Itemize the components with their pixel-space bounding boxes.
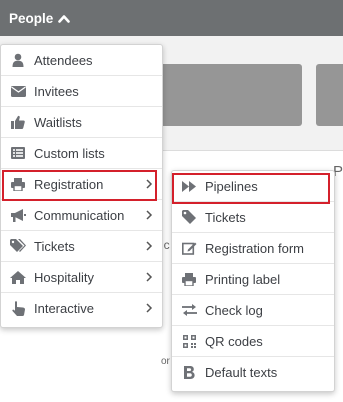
menu-item-label: Check log <box>205 302 263 318</box>
menu-item-label: Custom lists <box>34 145 105 161</box>
printer-icon <box>9 176 27 192</box>
menu-item-label: Hospitality <box>34 269 94 285</box>
menu-item-label: Default texts <box>205 365 278 380</box>
menu-item-label: Registration form <box>205 240 304 256</box>
exchange-arrows-icon <box>180 302 198 318</box>
submenu-item-qr-codes[interactable]: QR codes <box>172 326 334 357</box>
menu-item-label: Attendees <box>34 52 93 68</box>
chevron-right-icon <box>145 271 153 283</box>
list-icon <box>9 145 27 161</box>
menu-item-tickets[interactable]: Tickets <box>1 231 162 262</box>
submenu-item-tickets[interactable]: Tickets <box>172 202 334 233</box>
top-bar: People <box>0 0 343 36</box>
chevron-right-icon <box>145 178 153 190</box>
menu-item-invitees[interactable]: Invitees <box>1 76 162 107</box>
background-card <box>150 64 302 126</box>
menu-item-label: QR codes <box>205 333 263 349</box>
menu-item-label: Waitlists <box>34 114 82 130</box>
menu-item-custom-lists[interactable]: Custom lists <box>1 138 162 169</box>
envelope-icon <box>9 83 27 99</box>
menu-item-label: Registration <box>34 176 104 192</box>
menu-item-interactive[interactable]: Interactive <box>1 293 162 324</box>
qrcode-icon <box>180 333 198 349</box>
menu-item-label: Pipelines <box>205 178 258 194</box>
people-menu-button[interactable]: People <box>0 0 78 36</box>
menu-item-label: Tickets <box>205 209 246 225</box>
menu-item-hospitality[interactable]: Hospitality <box>1 262 162 293</box>
chevron-right-icon <box>145 240 153 252</box>
fast-forward-icon <box>180 178 198 194</box>
menu-item-communication[interactable]: Communication <box>1 200 162 231</box>
people-label: People <box>9 10 54 26</box>
submenu-item-check-log[interactable]: Check log <box>172 295 334 326</box>
bold-b-icon <box>180 365 198 381</box>
registration-submenu: Pipelines Tickets Registration form Prin… <box>171 170 335 392</box>
tags-icon <box>9 238 27 254</box>
submenu-item-pipelines[interactable]: Pipelines <box>172 171 334 202</box>
background-card <box>316 64 343 126</box>
menu-item-label: Interactive <box>34 301 94 316</box>
menu-item-waitlists[interactable]: Waitlists <box>1 107 162 138</box>
chevron-up-icon <box>58 14 71 23</box>
menu-item-label: Communication <box>34 207 125 223</box>
menu-item-registration[interactable]: Registration <box>1 169 162 200</box>
chevron-right-icon <box>145 302 153 314</box>
printer-icon <box>180 271 198 287</box>
menu-item-label: Printing label <box>205 271 281 287</box>
people-dropdown-menu: Attendees Invitees Waitlists Custom list… <box>0 44 163 328</box>
megaphone-icon <box>9 207 27 223</box>
menu-item-attendees[interactable]: Attendees <box>1 45 162 76</box>
submenu-item-default-texts[interactable]: Default texts <box>172 357 334 388</box>
chevron-right-icon <box>145 209 153 221</box>
submenu-item-printing-label[interactable]: Printing label <box>172 264 334 295</box>
edit-form-icon <box>180 240 198 256</box>
background-text-fragment: or <box>161 356 170 367</box>
tag-icon <box>180 209 198 225</box>
menu-item-label: Tickets <box>34 238 75 254</box>
thumbs-up-icon <box>9 114 27 130</box>
submenu-item-registration-form[interactable]: Registration form <box>172 233 334 264</box>
home-icon <box>9 269 27 285</box>
menu-item-label: Invitees <box>34 83 79 99</box>
person-icon <box>9 52 27 68</box>
pointer-hand-icon <box>9 301 27 317</box>
